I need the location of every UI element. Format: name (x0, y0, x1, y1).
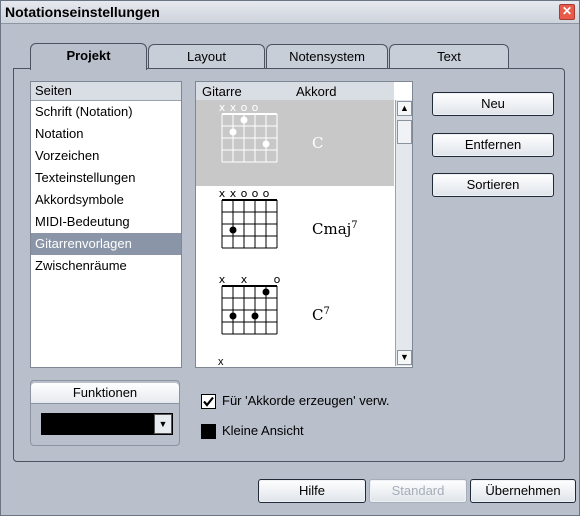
muted-string-icon: x (219, 273, 226, 286)
finger-dot (262, 288, 270, 296)
chord-name: C7 (312, 306, 330, 324)
checkmark-icon (203, 396, 214, 407)
finger-dot (229, 128, 237, 136)
table-row[interactable]: x x o C7 (196, 272, 394, 358)
vertical-scrollbar[interactable]: ▲ ▼ (395, 100, 412, 366)
pages-list-header: Seiten (31, 82, 181, 101)
open-string-icon: o (263, 187, 270, 200)
chord-extension-label: 7 (351, 220, 358, 231)
chord-table-header: Gitarre Akkord (196, 82, 394, 101)
list-item[interactable]: Texteinstellungen (31, 167, 181, 189)
remove-button[interactable]: Entfernen (432, 133, 554, 157)
muted-string-icon: x (218, 356, 224, 368)
table-row[interactable]: xxooC (196, 100, 394, 186)
muted-string-icon: x (219, 187, 226, 200)
functions-box: Funktionen ▼ (30, 380, 180, 446)
chord-root-label: Cmaj (312, 220, 352, 238)
open-string-icon: o (252, 187, 259, 200)
tab-layout[interactable]: Layout (148, 44, 265, 69)
muted-string-icon: x (219, 101, 226, 114)
tab-label: Text (437, 49, 461, 64)
column-header-guitar: Gitarre (202, 84, 242, 99)
use-for-create-chords-label: Für 'Akkorde erzeugen' verw. (222, 393, 390, 408)
finger-dot (240, 116, 248, 124)
tab-text[interactable]: Text (389, 44, 509, 69)
chord-diagram: xxoo (219, 101, 278, 163)
muted-string-icon: x (230, 187, 237, 200)
list-item[interactable]: Gitarrenvorlagen (31, 233, 181, 255)
list-item[interactable]: Notation (31, 123, 181, 145)
tab-projekt[interactable]: Projekt (30, 43, 147, 70)
open-string-icon: o (252, 101, 259, 114)
scroll-thumb[interactable] (397, 120, 412, 144)
finger-dot (229, 226, 237, 234)
tab-label: Notensystem (289, 49, 365, 64)
column-header-chord: Akkord (296, 84, 337, 99)
close-icon[interactable]: ✕ (559, 4, 575, 20)
chord-diagram: xxo (219, 273, 281, 335)
open-string-icon: o (274, 273, 281, 286)
chord-name: C (312, 134, 323, 152)
finger-dot (251, 312, 259, 320)
chord-root-label: C (312, 134, 324, 152)
scroll-up-icon[interactable]: ▲ (397, 101, 412, 116)
tab-label: Projekt (66, 48, 111, 63)
chevron-down-icon[interactable]: ▼ (154, 414, 172, 434)
tab-notensystem[interactable]: Notensystem (266, 44, 388, 69)
tab-label: Layout (186, 49, 227, 64)
title-bar: Notationseinstellungen ✕ (1, 1, 579, 24)
muted-string-icon: x (230, 101, 237, 114)
list-item[interactable]: Schrift (Notation) (31, 101, 181, 123)
list-item[interactable]: MIDI-Bedeutung (31, 211, 181, 233)
list-item[interactable]: Vorzeichen (31, 145, 181, 167)
chord-name: Cmaj7 (312, 220, 358, 238)
pages-list: Seiten Schrift (Notation) Notation Vorzeic… (30, 81, 182, 368)
use-for-create-chords-checkbox[interactable] (201, 394, 216, 409)
muted-string-icon: x (241, 273, 248, 286)
default-button[interactable]: Standard (369, 479, 467, 503)
small-view-checkbox[interactable] (201, 424, 216, 439)
finger-dot (229, 312, 237, 320)
list-item[interactable]: Zwischenräume (31, 255, 181, 277)
chord-root-label: C (312, 306, 324, 324)
open-string-icon: o (241, 187, 248, 200)
window-title: Notationseinstellungen (5, 4, 160, 20)
apply-button[interactable]: Übernehmen (470, 479, 576, 503)
open-string-icon: o (241, 101, 248, 114)
functions-label: Funktionen (31, 383, 179, 404)
scroll-down-icon[interactable]: ▼ (397, 350, 412, 365)
chord-diagram: xxooo (219, 187, 278, 249)
table-row[interactable]: x x o o o Cmaj7 (196, 186, 394, 272)
functions-dropdown[interactable]: ▼ (41, 413, 173, 435)
finger-dot (262, 140, 270, 148)
chord-extension-label: 7 (323, 306, 330, 317)
new-button[interactable]: Neu (432, 92, 554, 116)
guitar-chord-table: Gitarre Akkord x x o o Cx x o o o Cmaj7 x x o C7 x ▲ ▼ (195, 81, 413, 368)
help-button[interactable]: Hilfe (258, 479, 366, 503)
small-view-label: Kleine Ansicht (222, 423, 304, 438)
sort-button[interactable]: Sortieren (432, 173, 554, 197)
list-item[interactable]: Akkordsymbole (31, 189, 181, 211)
